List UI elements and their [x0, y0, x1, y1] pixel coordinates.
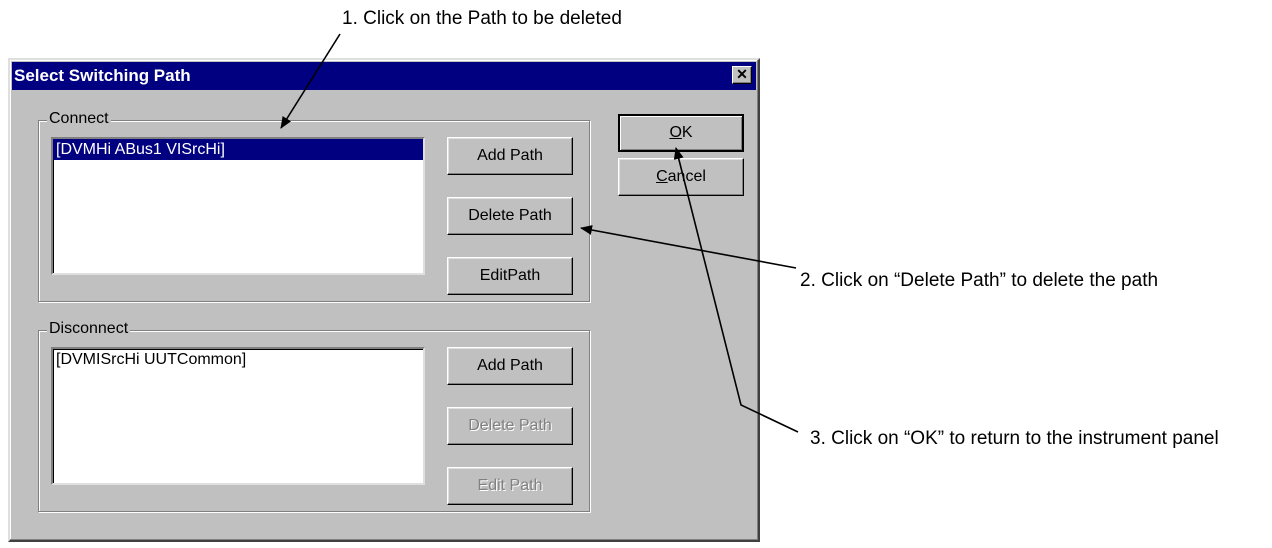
- arrow-step-1: [280, 33, 341, 129]
- annotation-arrows: [280, 33, 799, 433]
- arrow-step-2: [580, 225, 797, 269]
- arrow-step-3: [673, 147, 799, 433]
